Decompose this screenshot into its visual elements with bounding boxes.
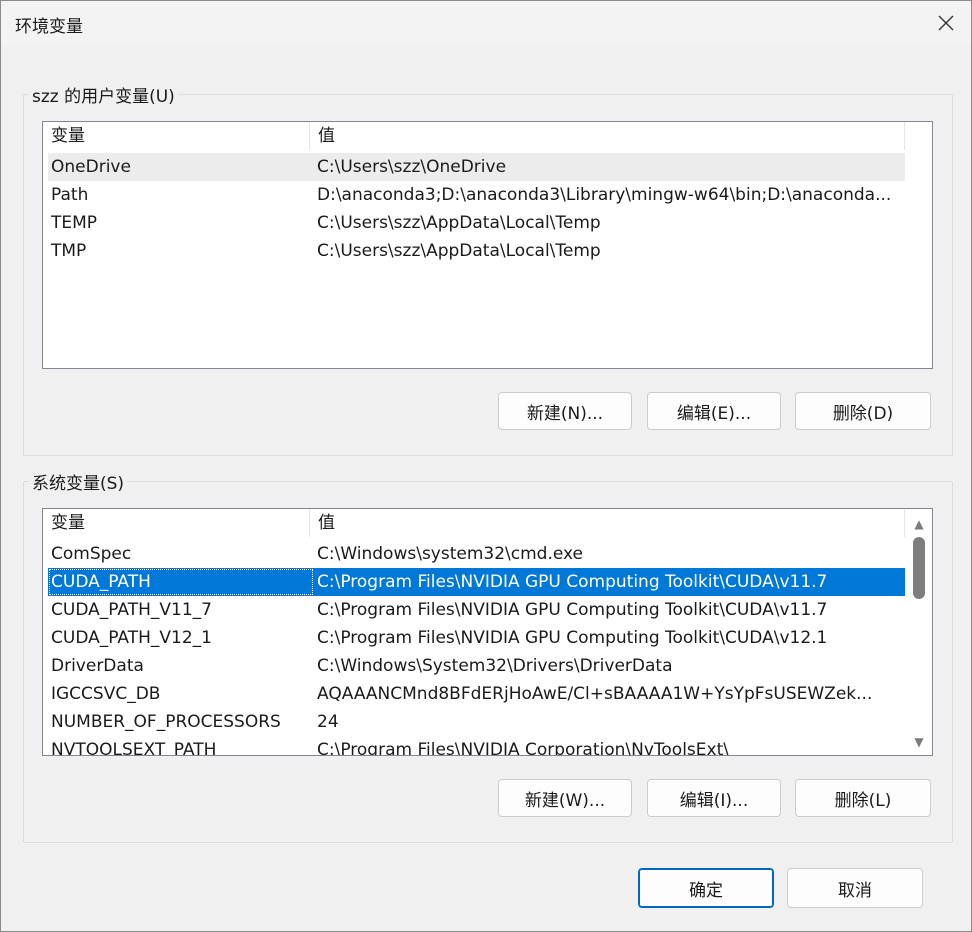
column-header-value[interactable]: 值 [310,122,905,150]
system-edit-button[interactable]: 编辑(I)... [647,779,781,817]
list-item[interactable]: IGCCSVC_DB AQAAANCMnd8BFdERjHoAwE/Cl+sBA… [48,680,905,708]
list-item[interactable]: CUDA_PATH_V12_1 C:\Program Files\NVIDIA … [48,624,905,652]
ok-button[interactable]: 确定 [638,868,774,908]
list-item[interactable]: Path D:\anaconda3;D:\anaconda3\Library\m… [48,181,905,209]
variable-value: C:\Users\szz\AppData\Local\Temp [317,241,601,261]
variable-value: C:\Windows\system32\cmd.exe [317,544,584,564]
user-edit-button[interactable]: 编辑(E)... [647,392,781,430]
list-item[interactable]: OneDrive C:\Users\szz\OneDrive [48,153,905,181]
variable-name: CUDA_PATH_V12_1 [51,628,212,648]
system-new-button[interactable]: 新建(W)... [498,779,632,817]
title-bar: 环境变量 [1,1,971,45]
variable-name: CUDA_PATH [48,568,314,596]
variable-value: AQAAANCMnd8BFdERjHoAwE/Cl+sBAAAA1W+YsYpF… [317,684,873,704]
variable-name: OneDrive [51,157,131,177]
variable-value: C:\Users\szz\AppData\Local\Temp [317,213,601,233]
variable-value: C:\Program Files\NVIDIA Corporation\NvTo… [317,740,729,756]
variable-name: ComSpec [51,544,132,564]
user-variables-legend: szz 的用户变量(U) [29,82,178,107]
environment-variables-dialog: 环境变量 szz 的用户变量(U) 变量 值 OneDrive C:\Users… [0,0,972,932]
variable-name: IGCCSVC_DB [51,684,161,704]
system-variables-legend: 系统变量(S) [29,469,128,494]
variable-value: D:\anaconda3;D:\anaconda3\Library\mingw-… [317,185,892,205]
variable-name: CUDA_PATH_V11_7 [51,600,212,620]
variable-value: C:\Program Files\NVIDIA GPU Computing To… [317,572,828,592]
variable-name: NUMBER_OF_PROCESSORS [51,712,281,732]
user-new-button[interactable]: 新建(N)... [498,392,632,430]
list-header: 变量 值 [43,509,905,537]
column-header-variable[interactable]: 变量 [43,122,310,150]
vertical-scrollbar[interactable]: ▲ ▼ [906,509,932,755]
column-header-value[interactable]: 值 [310,509,905,537]
system-variables-list[interactable]: 变量 值 ComSpec C:\Windows\system32\cmd.exe… [42,508,933,756]
list-header: 变量 值 [43,122,905,150]
user-variables-list[interactable]: 变量 值 OneDrive C:\Users\szz\OneDrive Path… [42,121,933,369]
variable-value: C:\Windows\System32\Drivers\DriverData [317,656,673,676]
variable-name: TEMP [51,213,98,233]
column-header-variable[interactable]: 变量 [43,509,310,537]
variable-value: C:\Users\szz\OneDrive [317,157,507,177]
list-item-selected[interactable]: CUDA_PATH C:\Program Files\NVIDIA GPU Co… [48,568,905,596]
scroll-down-arrow-icon[interactable]: ▼ [906,731,932,753]
close-icon [938,15,954,31]
window-title: 环境变量 [15,17,83,37]
variable-value: C:\Program Files\NVIDIA GPU Computing To… [317,628,828,648]
list-item[interactable]: CUDA_PATH_V11_7 C:\Program Files\NVIDIA … [48,596,905,624]
variable-name: Path [51,185,89,205]
list-item[interactable]: NVTOOLSEXT_PATH C:\Program Files\NVIDIA … [48,736,905,756]
scrollbar-thumb[interactable] [913,537,925,599]
system-delete-button[interactable]: 删除(L) [795,779,931,817]
close-button[interactable] [921,1,971,45]
variable-name: NVTOOLSEXT_PATH [51,740,217,756]
list-item[interactable]: DriverData C:\Windows\System32\Drivers\D… [48,652,905,680]
variable-name: TMP [51,241,87,261]
scroll-up-arrow-icon[interactable]: ▲ [906,513,932,535]
cancel-button[interactable]: 取消 [787,868,923,908]
variable-value: 24 [317,712,339,732]
list-item[interactable]: TMP C:\Users\szz\AppData\Local\Temp [48,237,905,265]
list-item[interactable]: ComSpec C:\Windows\system32\cmd.exe [48,540,905,568]
list-item[interactable]: NUMBER_OF_PROCESSORS 24 [48,708,905,736]
list-item[interactable]: TEMP C:\Users\szz\AppData\Local\Temp [48,209,905,237]
variable-name: DriverData [51,656,144,676]
variable-value: C:\Program Files\NVIDIA GPU Computing To… [317,600,828,620]
user-delete-button[interactable]: 删除(D) [795,392,931,430]
